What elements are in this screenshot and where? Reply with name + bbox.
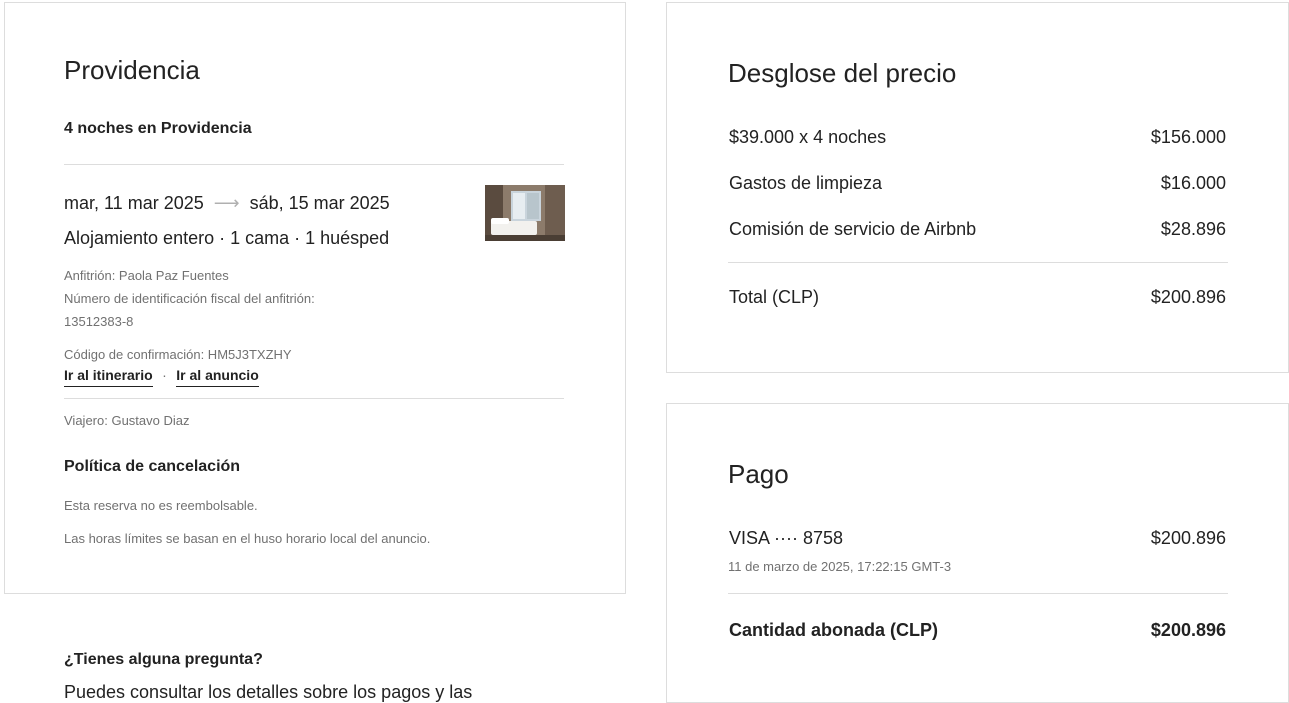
price-row-value: $28.896 (1160, 219, 1226, 239)
price-row: $39.000 x 4 noches $156.000 (729, 127, 1226, 148)
price-row-value: $16.000 (1160, 173, 1226, 193)
price-row: Comisión de servicio de Airbnb $28.896 (729, 219, 1226, 240)
divider (64, 164, 564, 165)
questions-heading: ¿Tienes alguna pregunta? (64, 651, 263, 668)
date-range: mar, 11 mar 2025 ⟶ sáb, 15 mar 2025 (64, 193, 390, 214)
price-row-value: $156.000 (1150, 127, 1226, 147)
reservation-card: Providencia 4 noches en Providencia mar,… (4, 2, 626, 594)
cancellation-heading: Política de cancelación (64, 458, 241, 475)
payment-title: Pago (728, 459, 789, 489)
itinerary-link[interactable]: Ir al itinerario (64, 367, 153, 387)
price-row-label: Gastos de limpieza (729, 173, 883, 193)
host-tax-id: 13512383-8 (64, 314, 134, 329)
payment-method-row: VISA ···· 8758 $200.896 (729, 528, 1226, 549)
price-breakdown-title: Desglose del precio (728, 58, 957, 88)
cancellation-text: Esta reserva no es reembolsable. (64, 498, 258, 513)
total-value: $200.896 (1150, 287, 1226, 307)
listing-location-title: Providencia (64, 55, 200, 85)
link-separator: · (162, 367, 167, 383)
payment-card: Pago VISA ···· 8758 $200.896 11 de marzo… (666, 403, 1289, 703)
total-row: Total (CLP) $200.896 (729, 287, 1226, 308)
price-row-label: $39.000 x 4 noches (729, 127, 887, 147)
payment-timestamp: 11 de marzo de 2025, 17:22:15 GMT-3 (728, 559, 952, 574)
traveler-name: Viajero: Gustavo Diaz (64, 413, 190, 428)
divider (728, 593, 1228, 594)
timezone-note: Las horas límites se basan en el huso ho… (64, 531, 431, 546)
accommodation-summary: Alojamiento entero · 1 cama · 1 huésped (64, 228, 390, 248)
total-label: Total (CLP) (729, 287, 820, 307)
amount-paid-value: $200.896 (1150, 620, 1226, 640)
arrow-right-icon: ⟶ (213, 193, 240, 213)
listing-link[interactable]: Ir al anuncio (176, 367, 259, 387)
price-breakdown-card: Desglose del precio $39.000 x 4 noches $… (666, 2, 1289, 373)
listing-photo-image (485, 185, 565, 241)
divider (64, 398, 564, 399)
checkout-date: sáb, 15 mar 2025 (249, 193, 390, 213)
checkin-date: mar, 11 mar 2025 (64, 193, 204, 213)
amount-paid-label: Cantidad abonada (CLP) (729, 620, 939, 640)
questions-text: Puedes consultar los detalles sobre los … (64, 682, 473, 702)
listing-photo (485, 185, 565, 241)
confirmation-code: Código de confirmación: HM5J3TXZHY (64, 347, 292, 362)
amount-paid-row: Cantidad abonada (CLP) $200.896 (729, 620, 1226, 641)
price-row: Gastos de limpieza $16.000 (729, 173, 1226, 194)
host-name: Anfitrión: Paola Paz Fuentes (64, 268, 229, 283)
price-row-label: Comisión de servicio de Airbnb (729, 219, 977, 239)
nights-heading: 4 noches en Providencia (64, 120, 252, 137)
links-row: Ir al itinerario · Ir al anuncio (64, 367, 259, 387)
host-tax-label: Número de identificación fiscal del anfi… (64, 291, 315, 306)
divider (728, 262, 1228, 263)
card-method: VISA ···· 8758 (729, 528, 844, 548)
payment-amount: $200.896 (1150, 528, 1226, 548)
